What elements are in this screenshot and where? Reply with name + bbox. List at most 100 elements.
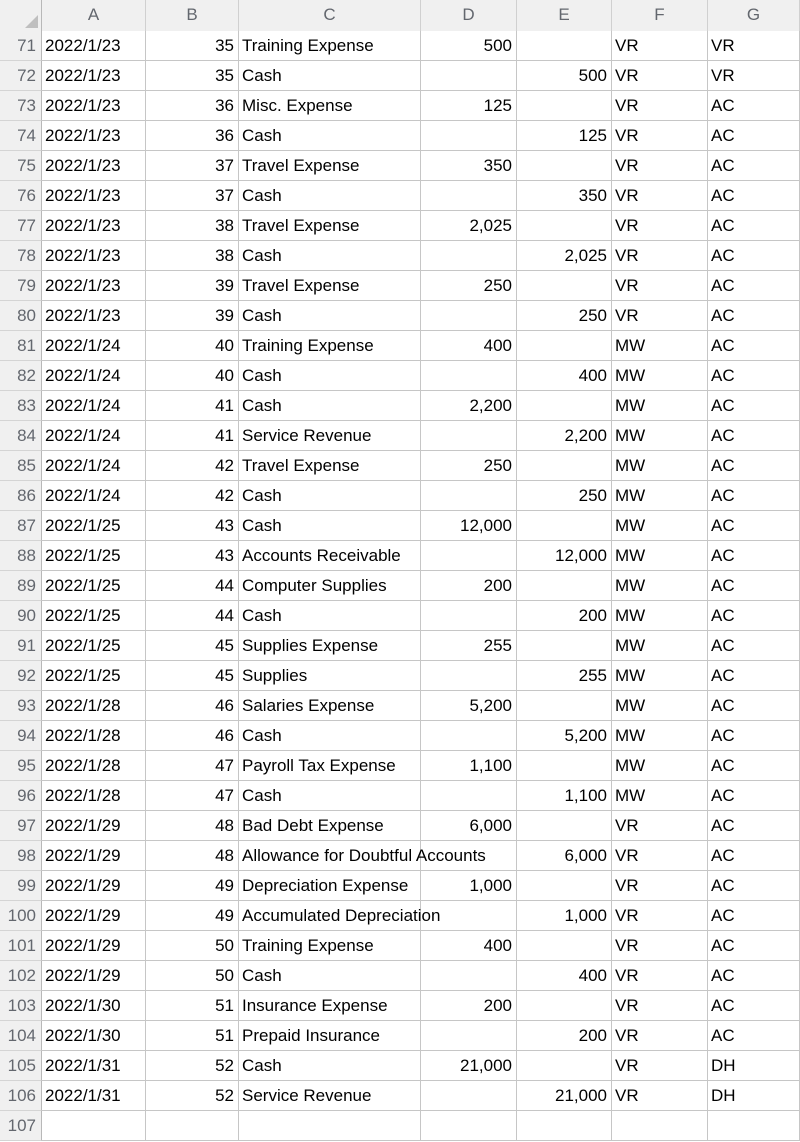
table-row[interactable]: 782022/1/2338Cash2,025VRACCash — [0, 241, 800, 271]
cell-C82[interactable]: Cash — [239, 361, 421, 391]
cell-E83[interactable] — [517, 391, 612, 421]
cell-F88[interactable]: MW — [612, 541, 708, 571]
cell-C80[interactable]: Cash — [239, 301, 421, 331]
cell-B81[interactable]: 40 — [146, 331, 239, 361]
cell-B107[interactable] — [146, 1111, 239, 1141]
table-row[interactable]: 812022/1/2440Training Expense400MWACTrai… — [0, 331, 800, 361]
cell-B96[interactable]: 47 — [146, 781, 239, 811]
cell-B78[interactable]: 38 — [146, 241, 239, 271]
table-row[interactable]: 942022/1/2846Cash5,200MWACCash — [0, 721, 800, 751]
cell-C71[interactable]: Training Expense — [239, 31, 421, 61]
cell-G97[interactable]: AC — [708, 811, 800, 841]
table-row[interactable]: 1022022/1/2950Cash400VRACCash — [0, 961, 800, 991]
cell-D90[interactable] — [421, 601, 517, 631]
cell-A91[interactable]: 2022/1/25 — [42, 631, 146, 661]
cell-D79[interactable]: 250 — [421, 271, 517, 301]
row-header-101[interactable]: 101 — [0, 931, 42, 961]
cell-D82[interactable] — [421, 361, 517, 391]
cell-A102[interactable]: 2022/1/29 — [42, 961, 146, 991]
cell-D85[interactable]: 250 — [421, 451, 517, 481]
cell-F92[interactable]: MW — [612, 661, 708, 691]
table-row[interactable]: 872022/1/2543Cash12,000MWACCash — [0, 511, 800, 541]
cell-F94[interactable]: MW — [612, 721, 708, 751]
cell-F72[interactable]: VR — [612, 61, 708, 91]
cell-A74[interactable]: 2022/1/23 — [42, 121, 146, 151]
cell-C86[interactable]: Cash — [239, 481, 421, 511]
select-all-corner-button[interactable] — [0, 0, 42, 31]
spreadsheet-grid[interactable]: ABCDEFG 712022/1/2335Training Expense500… — [0, 0, 800, 1142]
cell-G77[interactable]: AC — [708, 211, 800, 241]
cell-C89[interactable]: Computer Supplies — [239, 571, 421, 601]
cell-C103[interactable]: Insurance Expense — [239, 991, 421, 1021]
row-header-88[interactable]: 88 — [0, 541, 42, 571]
cell-G72[interactable]: VR — [708, 61, 800, 91]
table-row[interactable]: 762022/1/2337Cash350VRACCash — [0, 181, 800, 211]
cell-G92[interactable]: AC — [708, 661, 800, 691]
cell-F103[interactable]: VR — [612, 991, 708, 1021]
cell-E78[interactable]: 2,025 — [517, 241, 612, 271]
cell-C106[interactable]: Service Revenue — [239, 1081, 421, 1111]
cell-F83[interactable]: MW — [612, 391, 708, 421]
cell-E93[interactable] — [517, 691, 612, 721]
row-header-80[interactable]: 80 — [0, 301, 42, 331]
row-header-77[interactable]: 77 — [0, 211, 42, 241]
cell-E80[interactable]: 250 — [517, 301, 612, 331]
table-row[interactable]: 1062022/1/3152Service Revenue21,000VRDHS… — [0, 1081, 800, 1111]
cell-F77[interactable]: VR — [612, 211, 708, 241]
cell-F104[interactable]: VR — [612, 1021, 708, 1051]
cell-B106[interactable]: 52 — [146, 1081, 239, 1111]
cell-A104[interactable]: 2022/1/30 — [42, 1021, 146, 1051]
cell-G93[interactable]: AC — [708, 691, 800, 721]
cell-F71[interactable]: VR — [612, 31, 708, 61]
table-row[interactable]: 1012022/1/2950Training Expense400VRACTra… — [0, 931, 800, 961]
table-row[interactable]: 912022/1/2545Supplies Expense255MWACSupp… — [0, 631, 800, 661]
cell-G99[interactable]: AC — [708, 871, 800, 901]
cell-C97[interactable]: Bad Debt Expense — [239, 811, 421, 841]
cell-C79[interactable]: Travel Expense — [239, 271, 421, 301]
cell-B97[interactable]: 48 — [146, 811, 239, 841]
cell-D97[interactable]: 6,000 — [421, 811, 517, 841]
row-header-81[interactable]: 81 — [0, 331, 42, 361]
row-header-102[interactable]: 102 — [0, 961, 42, 991]
cell-F102[interactable]: VR — [612, 961, 708, 991]
cell-D81[interactable]: 400 — [421, 331, 517, 361]
table-row[interactable]: 882022/1/2543Accounts Receivable 12,000MW… — [0, 541, 800, 571]
cell-A101[interactable]: 2022/1/29 — [42, 931, 146, 961]
cell-A78[interactable]: 2022/1/23 — [42, 241, 146, 271]
column-header-d[interactable]: D — [421, 0, 517, 31]
cell-F80[interactable]: VR — [612, 301, 708, 331]
row-header-74[interactable]: 74 — [0, 121, 42, 151]
cell-E77[interactable] — [517, 211, 612, 241]
cell-A79[interactable]: 2022/1/23 — [42, 271, 146, 301]
cell-F101[interactable]: VR — [612, 931, 708, 961]
cell-E75[interactable] — [517, 151, 612, 181]
cell-A82[interactable]: 2022/1/24 — [42, 361, 146, 391]
cell-D89[interactable]: 200 — [421, 571, 517, 601]
table-row[interactable]: 952022/1/2847Payroll Tax Expense1,100 MWA… — [0, 751, 800, 781]
cell-B101[interactable]: 50 — [146, 931, 239, 961]
table-row[interactable]: 1042022/1/3051Prepaid Insurance200VRACPr… — [0, 1021, 800, 1051]
cell-F75[interactable]: VR — [612, 151, 708, 181]
table-row[interactable]: 962022/1/2847Cash1,100MWACCash — [0, 781, 800, 811]
cell-D83[interactable]: 2,200 — [421, 391, 517, 421]
cell-E73[interactable] — [517, 91, 612, 121]
cell-A97[interactable]: 2022/1/29 — [42, 811, 146, 841]
cell-A84[interactable]: 2022/1/24 — [42, 421, 146, 451]
column-header-a[interactable]: A — [42, 0, 146, 31]
cell-F82[interactable]: MW — [612, 361, 708, 391]
cell-E90[interactable]: 200 — [517, 601, 612, 631]
cell-A80[interactable]: 2022/1/23 — [42, 301, 146, 331]
cell-B99[interactable]: 49 — [146, 871, 239, 901]
row-header-97[interactable]: 97 — [0, 811, 42, 841]
cell-B90[interactable]: 44 — [146, 601, 239, 631]
cell-E104[interactable]: 200 — [517, 1021, 612, 1051]
cell-A81[interactable]: 2022/1/24 — [42, 331, 146, 361]
cell-F93[interactable]: MW — [612, 691, 708, 721]
cell-A86[interactable]: 2022/1/24 — [42, 481, 146, 511]
cell-B83[interactable]: 41 — [146, 391, 239, 421]
cell-F78[interactable]: VR — [612, 241, 708, 271]
cell-F97[interactable]: VR — [612, 811, 708, 841]
cell-E100[interactable]: 1,000 — [517, 901, 612, 931]
cell-E81[interactable] — [517, 331, 612, 361]
cell-G104[interactable]: AC — [708, 1021, 800, 1051]
